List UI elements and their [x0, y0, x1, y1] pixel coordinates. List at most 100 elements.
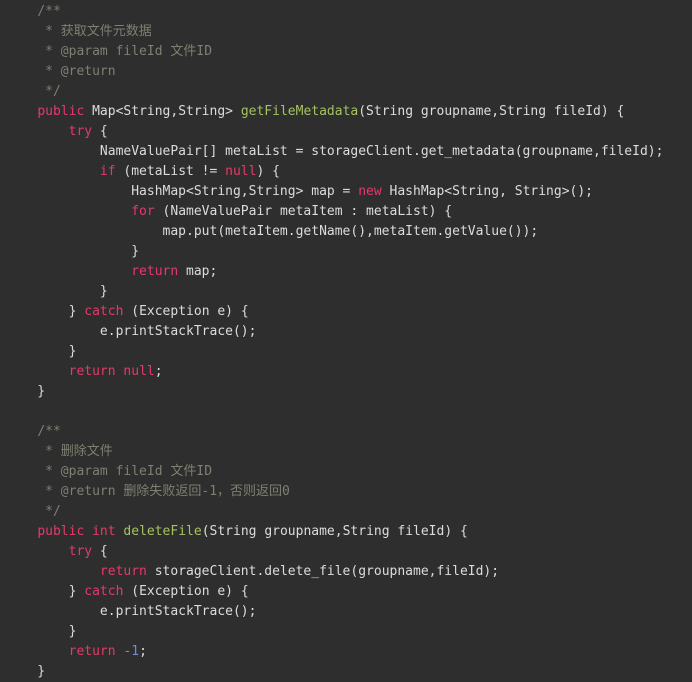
- code-token-comment: * 获取文件元数据: [45, 24, 152, 39]
- code-line[interactable]: }: [0, 382, 692, 402]
- code-line[interactable]: HashMap<String,String> map = new HashMap…: [0, 182, 692, 202]
- code-token-plain: (String groupname,String fileId) {: [201, 524, 468, 539]
- code-line[interactable]: e.printStackTrace();: [0, 322, 692, 342]
- code-token-plain: }: [6, 584, 85, 599]
- code-line[interactable]: * @return: [0, 62, 692, 82]
- code-token-keyword: public: [37, 104, 85, 119]
- code-line[interactable]: * @param fileId 文件ID: [0, 42, 692, 62]
- code-line[interactable]: e.printStackTrace();: [0, 602, 692, 622]
- code-token-method: deleteFile: [123, 524, 202, 539]
- code-line[interactable]: * 删除文件: [0, 442, 692, 462]
- code-token-plain: }: [6, 664, 46, 679]
- code-token-keyword: catch: [84, 304, 124, 319]
- code-token-keyword: new: [358, 184, 382, 199]
- code-token-number: -1: [123, 644, 140, 659]
- code-token-plain: (metaList !=: [115, 164, 226, 179]
- code-line[interactable]: /**: [0, 422, 692, 442]
- code-line[interactable]: for (NameValuePair metaItem : metaList) …: [0, 202, 692, 222]
- code-line[interactable]: } catch (Exception e) {: [0, 302, 692, 322]
- code-line[interactable]: /**: [0, 2, 692, 22]
- code-token-keyword: if: [99, 164, 116, 179]
- code-line[interactable]: NameValuePair[] metaList = storageClient…: [0, 142, 692, 162]
- code-token-keyword: int: [92, 524, 116, 539]
- code-token-comment: * 删除文件: [45, 444, 113, 459]
- code-token-plain: }: [6, 624, 77, 639]
- code-line[interactable]: * 获取文件元数据: [0, 22, 692, 42]
- code-token-plain: (Exception e) {: [123, 584, 249, 599]
- code-line[interactable]: * @return 删除失败返回-1，否则返回0: [0, 482, 692, 502]
- code-token-plain: (NameValuePair metaItem : metaList) {: [154, 204, 453, 219]
- code-token-plain: HashMap<String, String>();: [381, 184, 594, 199]
- code-line[interactable]: */: [0, 82, 692, 102]
- code-token-keyword: null: [225, 164, 257, 179]
- code-line[interactable]: }: [0, 282, 692, 302]
- code-token-plain: }: [6, 344, 77, 359]
- code-token-plain: storageClient.delete_file(groupname,file…: [146, 564, 500, 579]
- code-line[interactable]: */: [0, 502, 692, 522]
- code-line[interactable]: if (metaList != null) {: [0, 162, 692, 182]
- code-line[interactable]: }: [0, 662, 692, 682]
- code-token-plain: HashMap<String,String> map =: [6, 184, 359, 199]
- code-line[interactable]: [0, 402, 692, 422]
- code-token-plain: }: [6, 304, 85, 319]
- code-token-comment: /**: [37, 424, 61, 439]
- code-line[interactable]: }: [0, 242, 692, 262]
- code-token-comment: * @param fileId 文件ID: [45, 44, 213, 59]
- code-token-plain: NameValuePair[] metaList = storageClient…: [6, 144, 664, 159]
- code-line[interactable]: public Map<String,String> getFileMetadat…: [0, 102, 692, 122]
- code-token-keyword: try: [68, 124, 93, 139]
- code-token-plain: ;: [139, 644, 147, 659]
- code-token-comment: */: [45, 84, 61, 99]
- code-line[interactable]: return storageClient.delete_file(groupna…: [0, 562, 692, 582]
- code-token-comment: /**: [37, 4, 61, 19]
- code-token-comment: * @param fileId 文件ID: [45, 464, 213, 479]
- code-token-keyword: return: [131, 264, 179, 279]
- code-line[interactable]: }: [0, 622, 692, 642]
- code-token-plain: }: [6, 244, 140, 259]
- code-line[interactable]: map.put(metaItem.getName(),metaItem.getV…: [0, 222, 692, 242]
- code-line[interactable]: return -1;: [0, 642, 692, 662]
- code-token-plain: {: [92, 544, 108, 559]
- code-line[interactable]: return map;: [0, 262, 692, 282]
- code-token-plain: e.printStackTrace();: [6, 604, 257, 619]
- code-token-plain: (String groupname,String fileId) {: [358, 104, 625, 119]
- code-token-plain: }: [6, 284, 108, 299]
- code-line[interactable]: }: [0, 342, 692, 362]
- code-line[interactable]: try {: [0, 542, 692, 562]
- code-line[interactable]: } catch (Exception e) {: [0, 582, 692, 602]
- code-token-method: getFileMetadata: [240, 104, 359, 119]
- code-line[interactable]: return null;: [0, 362, 692, 382]
- code-token-plain: }: [6, 384, 46, 399]
- code-token-keyword: public: [37, 524, 85, 539]
- code-token-keyword: return: [68, 644, 116, 659]
- code-token-plain: ;: [154, 364, 163, 379]
- code-token-comment: */: [45, 504, 61, 519]
- code-token-keyword: return: [68, 364, 116, 379]
- code-token-keyword: null: [123, 364, 155, 379]
- code-token-plain: map;: [178, 264, 218, 279]
- code-token-plain: Map<String,String>: [84, 104, 241, 119]
- code-line[interactable]: public int deleteFile(String groupname,S…: [0, 522, 692, 542]
- code-token-plain: ) {: [256, 164, 280, 179]
- code-line[interactable]: try {: [0, 122, 692, 142]
- code-editor-pane[interactable]: /** * 获取文件元数据 * @param fileId 文件ID * @re…: [0, 0, 692, 679]
- code-token-keyword: try: [68, 544, 93, 559]
- code-token-plain: {: [92, 124, 108, 139]
- code-token-keyword: catch: [84, 584, 124, 599]
- code-line[interactable]: * @param fileId 文件ID: [0, 462, 692, 482]
